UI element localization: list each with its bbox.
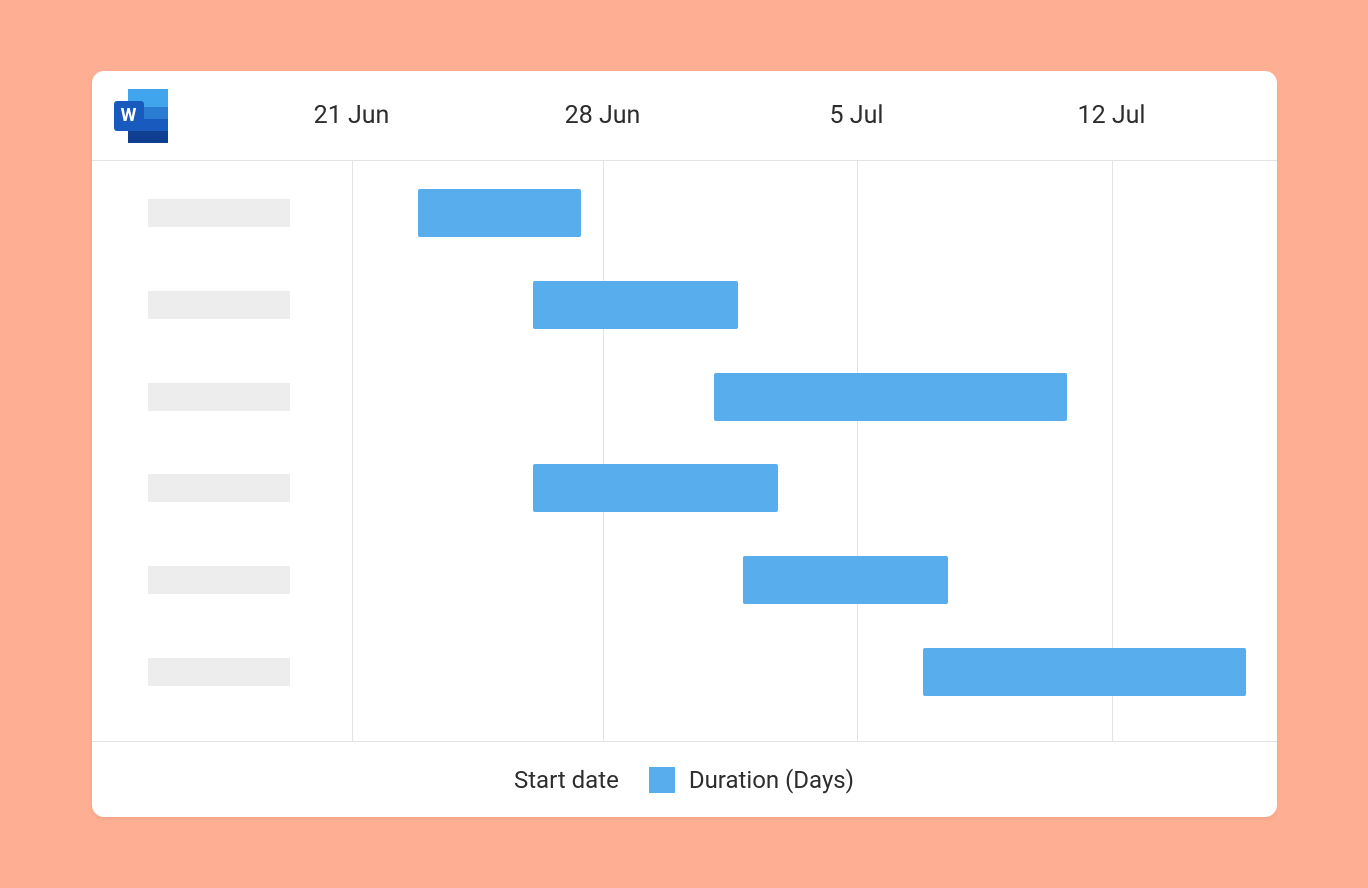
task-label-placeholder (148, 291, 290, 319)
task-row (92, 464, 1277, 512)
task-row (92, 556, 1277, 604)
task-label-placeholder (148, 566, 290, 594)
date-tick: 5 Jul (830, 101, 884, 130)
task-row (92, 281, 1277, 329)
task-row (92, 648, 1277, 696)
legend-duration: Duration (Days) (649, 766, 854, 794)
gantt-body (92, 161, 1277, 741)
task-label-placeholder (148, 199, 290, 227)
word-icon: W (114, 89, 168, 143)
date-axis: 21 Jun 28 Jun 5 Jul 12 Jul (92, 71, 1277, 160)
date-tick: 12 Jul (1078, 101, 1146, 130)
task-row (92, 189, 1277, 237)
gantt-bar (714, 373, 1067, 421)
gantt-bar (923, 648, 1246, 696)
date-tick: 28 Jun (565, 101, 641, 130)
gantt-legend: Start date Duration (Days) (92, 741, 1277, 817)
legend-label: Start date (514, 766, 619, 794)
gantt-card: W 21 Jun 28 Jun 5 Jul 12 Jul (92, 71, 1277, 817)
task-label-placeholder (148, 383, 290, 411)
task-label-placeholder (148, 474, 290, 502)
gantt-bar (743, 556, 948, 604)
gantt-bar (533, 281, 738, 329)
legend-label: Duration (Days) (689, 766, 854, 794)
gantt-bar (418, 189, 581, 237)
gantt-header: W 21 Jun 28 Jun 5 Jul 12 Jul (92, 71, 1277, 161)
legend-start-date: Start date (514, 766, 619, 794)
task-row (92, 373, 1277, 421)
gantt-bar (533, 464, 778, 512)
task-label-placeholder (148, 658, 290, 686)
date-tick: 21 Jun (314, 101, 390, 130)
legend-swatch-icon (649, 767, 675, 793)
